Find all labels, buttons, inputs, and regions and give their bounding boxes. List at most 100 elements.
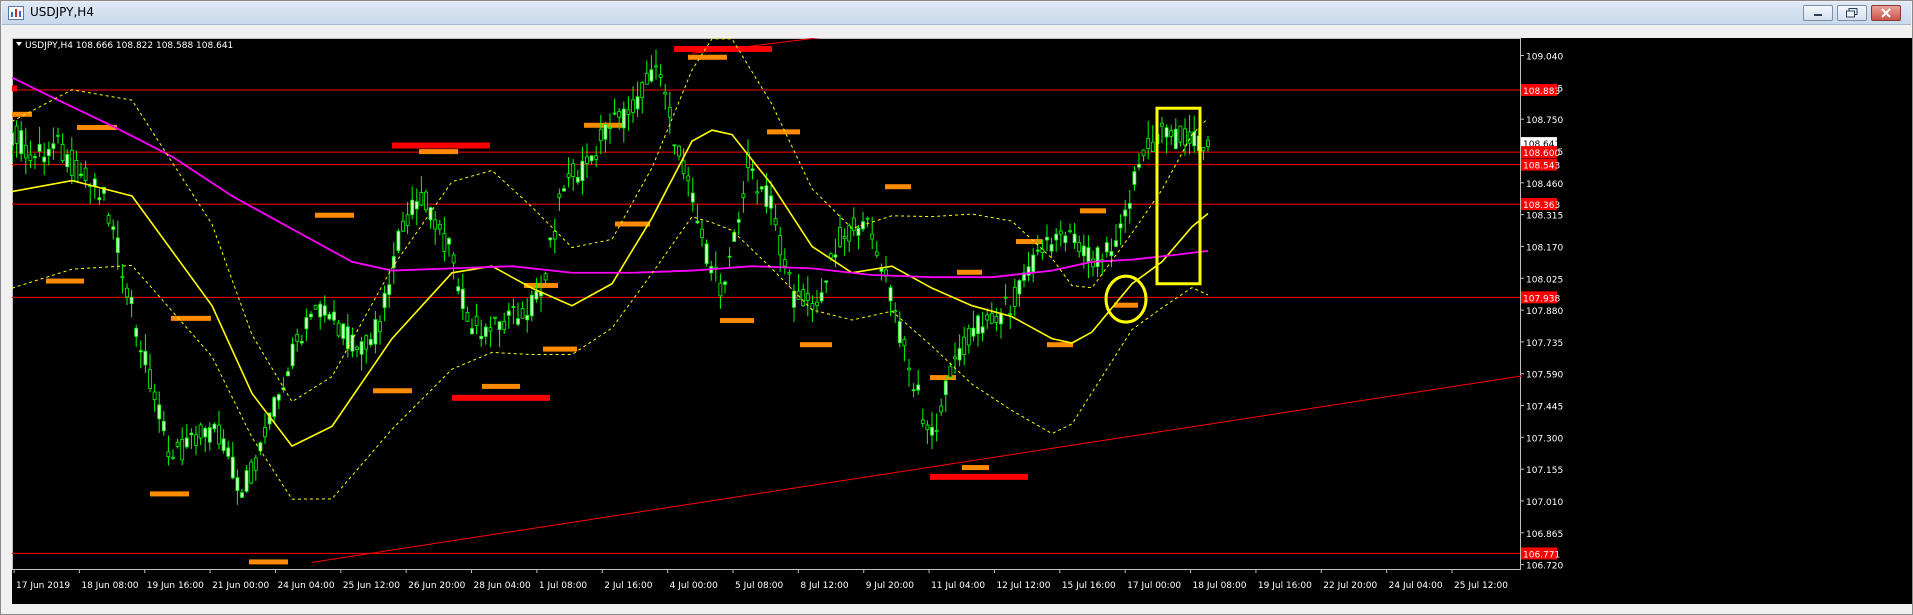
x-tick-label: 24 Jun 04:00 (277, 581, 334, 591)
candle-body (198, 424, 203, 439)
candle-body (1095, 247, 1100, 267)
candle-body (1150, 141, 1155, 152)
candle-body (847, 225, 852, 242)
price-tag-label: 108.363 (1523, 201, 1560, 211)
price-zone-bar (482, 383, 520, 389)
candle-body (42, 156, 47, 163)
candle-body (401, 220, 405, 232)
candle-body (819, 292, 824, 302)
candle-body (571, 163, 576, 177)
candle-body (497, 321, 502, 330)
candle-body (129, 297, 134, 305)
candle-body (888, 287, 893, 302)
candle-body (470, 328, 474, 335)
candle-body (566, 173, 571, 178)
candle-body (562, 188, 566, 192)
close-button[interactable] (1871, 5, 1901, 21)
maximize-button[interactable] (1837, 5, 1867, 21)
candle-body (336, 322, 341, 337)
candle-body (690, 192, 695, 203)
price-zone-bar (46, 278, 84, 284)
candle-body (1003, 296, 1008, 299)
candle-body (980, 326, 985, 334)
candle-body (966, 327, 971, 346)
candle-body (1206, 139, 1210, 147)
price-zone-bar (150, 491, 189, 497)
price-zone-bar (452, 394, 550, 401)
candle-body (626, 109, 631, 115)
candle-body (410, 199, 415, 216)
y-tick-label: 108.025 (1526, 275, 1563, 285)
restore-icon (1846, 8, 1858, 18)
candle-body (525, 315, 530, 321)
candle-body (493, 316, 497, 319)
candle-body (217, 424, 221, 445)
candle-body (451, 254, 456, 264)
candle-body (203, 427, 208, 438)
x-tick-label: 18 Jul 08:00 (1193, 581, 1247, 591)
price-zone-bar (249, 559, 288, 565)
candle-body (1077, 242, 1082, 252)
candle-body (534, 290, 539, 300)
candle-body (368, 338, 373, 346)
candle-body (612, 112, 617, 115)
candle-body (1091, 258, 1095, 268)
candle-body (1183, 128, 1187, 146)
candle-body (263, 427, 267, 438)
candle-body (125, 287, 129, 298)
price-zone-bar (1080, 208, 1106, 214)
candle-body (865, 217, 870, 220)
candle-body (741, 193, 746, 199)
candle-body (769, 195, 773, 209)
window-titlebar[interactable]: USDJPY,H4 (2, 2, 1911, 25)
candle-body (989, 312, 994, 324)
price-chart[interactable]: 109.040108.895108.750108.605108.460108.3… (12, 38, 1912, 604)
candle-body (1187, 131, 1192, 144)
price-zone-bar (419, 149, 458, 155)
candle-body (943, 380, 948, 396)
candle-body (939, 405, 944, 413)
candle-body (207, 427, 212, 443)
candle-body (608, 127, 612, 129)
candle-body (953, 356, 957, 360)
candle-body (815, 301, 819, 306)
candle-body (782, 259, 787, 267)
candle-body (212, 423, 217, 430)
candle-body (437, 224, 442, 230)
candle-body (194, 434, 198, 446)
candle-body (166, 451, 171, 458)
candle-body (1114, 240, 1118, 247)
x-tick-label: 5 Jul 08:00 (735, 581, 784, 591)
y-tick-label: 108.460 (1526, 180, 1563, 190)
price-zone-bar (674, 45, 772, 52)
candle-body (433, 219, 438, 230)
candle-body (971, 327, 976, 337)
x-tick-label: 17 Jul 00:00 (1127, 581, 1181, 591)
minimize-button[interactable] (1803, 5, 1833, 21)
candle-body (1137, 163, 1141, 168)
candle-body (663, 91, 668, 95)
price-zone-bar (615, 221, 650, 227)
price-zone-bar (962, 465, 989, 471)
candle-body (12, 132, 14, 146)
x-tick-label: 19 Jul 16:00 (1258, 581, 1312, 591)
candle-body (557, 193, 562, 198)
candle-body (778, 235, 783, 256)
close-icon (1881, 8, 1891, 18)
candle-body (755, 191, 760, 194)
candle-body (244, 470, 249, 492)
chart-area[interactable]: 109.040108.895108.750108.605108.460108.3… (12, 38, 1912, 604)
candle-body (1178, 125, 1183, 143)
candle-body (184, 437, 189, 448)
x-tick-label: 1 Jul 08:00 (539, 581, 588, 591)
x-tick-label: 2 Jul 16:00 (604, 581, 653, 591)
candle-body (999, 312, 1003, 325)
candle-body (1017, 280, 1022, 295)
candle-body (341, 323, 346, 339)
candle-body (56, 134, 60, 137)
candle-body (391, 256, 396, 269)
candle-body (598, 128, 603, 142)
price-zone-bar (12, 85, 17, 92)
candle-body (175, 441, 180, 447)
price-zone-bar (720, 318, 754, 324)
